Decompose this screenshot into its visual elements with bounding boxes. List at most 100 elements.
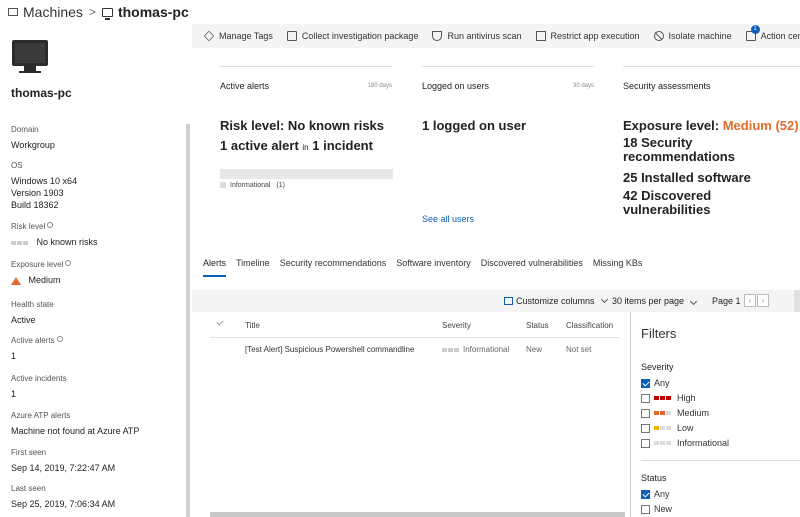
- isolate-machine-button[interactable]: Isolate machine: [653, 31, 732, 41]
- tab-missing-kbs[interactable]: Missing KBs: [593, 258, 643, 277]
- first-seen-value: Sep 14, 2019, 7:22:47 AM: [11, 463, 116, 473]
- run-antivirus-label: Run antivirus scan: [447, 31, 522, 41]
- severity-low-option[interactable]: Low: [641, 423, 694, 433]
- first-seen-label: First seen: [11, 448, 47, 457]
- active-incidents-field: Active incidents 1: [11, 374, 67, 400]
- severity-medium-option[interactable]: Medium: [641, 408, 709, 418]
- see-all-users-link[interactable]: See all users: [422, 214, 594, 224]
- severity-low-label: Low: [677, 423, 694, 433]
- active-alerts-label-row: Active alerts: [11, 336, 63, 345]
- security-recommendations-count[interactable]: 18 Security recommendations: [623, 136, 800, 164]
- severity-any-checkbox[interactable]: [641, 378, 650, 388]
- informational-legend-label: Informational: [230, 182, 271, 189]
- left-panel-scrollbar[interactable]: [186, 124, 190, 517]
- exposure-label: Exposure level: [11, 260, 64, 269]
- alert-title-cell[interactable]: [Test Alert] Suspicious Powershell comma…: [245, 345, 414, 354]
- filters-title: Filters: [641, 326, 677, 341]
- status-any-checkbox[interactable]: [641, 489, 650, 499]
- manage-tags-button[interactable]: Manage Tags: [203, 30, 273, 42]
- severity-high-option[interactable]: High: [641, 393, 696, 403]
- severity-medium-checkbox[interactable]: [641, 408, 650, 418]
- tab-software-inventory[interactable]: Software inventory: [396, 258, 471, 277]
- status-new-checkbox[interactable]: [641, 504, 650, 514]
- items-per-page-select[interactable]: 30 items per page: [612, 296, 697, 306]
- severity-any-option[interactable]: Any: [641, 378, 670, 388]
- info-icon[interactable]: [65, 260, 72, 266]
- atp-field: Azure ATP alerts Machine not found at Az…: [11, 411, 139, 437]
- previous-page-button[interactable]: ‹: [744, 294, 756, 307]
- customize-columns-button[interactable]: Customize columns: [504, 295, 608, 306]
- risk-value-row: No known risks: [11, 236, 98, 248]
- status-new-label: New: [654, 504, 673, 514]
- machine-details-panel: thomas-pc Domain Workgroup OS Windows 10…: [0, 24, 190, 517]
- severity-informational-option[interactable]: Informational: [641, 438, 729, 448]
- status-any-option[interactable]: Any: [641, 489, 670, 499]
- package-icon: [286, 31, 297, 41]
- next-page-button[interactable]: ›: [757, 294, 769, 307]
- page-indicator: Page 1: [712, 296, 741, 306]
- alert-severity-cell: Informational: [442, 345, 509, 354]
- table-toolbar: Customize columns 30 items per page Page…: [192, 290, 800, 312]
- run-antivirus-scan-button[interactable]: Run antivirus scan: [432, 31, 522, 41]
- info-icon[interactable]: [47, 222, 54, 228]
- medium-severity-icon: [654, 411, 671, 415]
- active-alerts-card-header: Active alerts 180 days: [220, 66, 392, 91]
- collect-investigation-package-button[interactable]: Collect investigation package: [286, 31, 418, 41]
- select-all-checkbox[interactable]: [216, 318, 224, 326]
- chevron-down-icon: [600, 295, 608, 304]
- info-icon[interactable]: [56, 336, 63, 342]
- restrict-app-execution-button[interactable]: Restrict app execution: [535, 31, 640, 41]
- filter-toggle-button[interactable]: [794, 290, 800, 312]
- risk-level-summary: Risk level: No known risks: [220, 118, 385, 133]
- customize-columns-label: Customize columns: [516, 296, 595, 306]
- domain-field: Domain Workgroup: [11, 125, 55, 151]
- ban-icon: [653, 31, 664, 41]
- security-assessments-card-title: Security assessments: [623, 81, 711, 91]
- warning-icon: [11, 276, 21, 285]
- os-value: Windows 10 x64 Version 1903 Build 18362: [11, 175, 77, 211]
- tag-icon: [203, 30, 215, 42]
- chevron-down-icon: [689, 297, 697, 306]
- alerts-legend: Informational (1): [220, 182, 392, 189]
- tab-timeline[interactable]: Timeline: [236, 258, 270, 277]
- severity-informational-checkbox[interactable]: [641, 438, 650, 448]
- restrict-app-label: Restrict app execution: [550, 31, 640, 41]
- severity-high-checkbox[interactable]: [641, 393, 650, 403]
- isolate-machine-label: Isolate machine: [668, 31, 732, 41]
- exposure-label-row: Exposure level: [11, 260, 72, 269]
- installed-software-count[interactable]: 25 Installed software: [623, 169, 800, 186]
- chevron-right-icon: >: [88, 5, 96, 19]
- tab-discovered-vulnerabilities[interactable]: Discovered vulnerabilities: [481, 258, 583, 277]
- os-field: OS Windows 10 x64 Version 1903 Build 183…: [11, 161, 77, 211]
- column-header-classification[interactable]: Classification: [566, 321, 613, 330]
- discovered-vulnerabilities-count[interactable]: 42 Discovered vulnerabilities: [623, 189, 800, 217]
- active-alerts-field: Active alerts 1: [11, 336, 63, 362]
- table-horizontal-scrollbar[interactable]: [210, 512, 625, 517]
- active-alerts-card-title: Active alerts: [220, 81, 270, 91]
- column-header-title[interactable]: Title: [245, 321, 260, 330]
- atp-label: Azure ATP alerts: [11, 411, 71, 420]
- status-filter-label: Status: [641, 473, 667, 483]
- active-incidents-label: Active incidents: [11, 374, 67, 383]
- high-severity-icon: [654, 396, 671, 400]
- filters-divider: [641, 460, 800, 461]
- tab-alerts[interactable]: Alerts: [203, 258, 227, 277]
- tab-security-recommendations[interactable]: Security recommendations: [280, 258, 387, 277]
- status-new-option[interactable]: New: [641, 504, 672, 514]
- machine-tabs: Alerts Timeline Security recommendations…: [203, 258, 642, 277]
- column-header-status[interactable]: Status: [526, 321, 549, 330]
- exposure-field: Exposure level Medium: [11, 260, 72, 286]
- active-alerts-value: 1: [11, 351, 17, 361]
- breadcrumb-machines-link[interactable]: Machines: [23, 4, 83, 20]
- os-name: Windows 10 x64: [11, 176, 78, 186]
- severity-low-checkbox[interactable]: [641, 423, 650, 433]
- active-alert-count: 1 active alert: [220, 138, 299, 153]
- health-field: Health state Active: [11, 300, 54, 326]
- risk-value: No known risks: [36, 237, 98, 247]
- action-center-button[interactable]: 1 Action center: [745, 25, 800, 41]
- column-header-severity[interactable]: Severity: [442, 321, 471, 330]
- os-version: Version 1903: [11, 188, 64, 198]
- logged-on-users-card-header: Logged on users 30 days: [422, 66, 594, 91]
- status-any-label: Any: [654, 489, 670, 499]
- breadcrumb-current-label: thomas-pc: [117, 4, 189, 20]
